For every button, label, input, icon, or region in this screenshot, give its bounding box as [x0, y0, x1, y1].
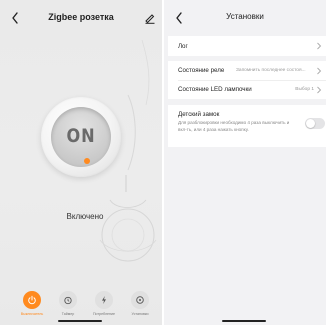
led-state-row[interactable]: Состояние LED лампочки Выбор 1	[168, 80, 326, 99]
top-bar: Установки	[164, 8, 326, 28]
relay-state-value: Запомнить последнее состоя...	[236, 68, 306, 73]
log-label: Лог	[178, 43, 188, 50]
child-lock-card: Детский замок Для разблокировки необходи…	[168, 105, 326, 147]
power-state-label: Включено	[66, 212, 104, 221]
home-indicator	[58, 320, 102, 322]
tab-timer[interactable]: Таймер	[50, 287, 86, 323]
chevron-right-icon	[317, 67, 322, 74]
timer-icon	[64, 296, 72, 305]
tab-switch[interactable]: Выключатель	[14, 287, 50, 323]
chevron-right-icon	[317, 86, 322, 93]
home-indicator	[222, 320, 266, 322]
edit-pencil-icon[interactable]	[144, 12, 156, 24]
switch-screen: Zigbee розетка ON Включено Выключатель Т…	[0, 0, 162, 325]
child-lock-description: Для разблокировки необходимо 4 раза выкл…	[178, 120, 290, 132]
relay-state-row[interactable]: Состояние реле Запомнить последнее состо…	[168, 61, 326, 80]
power-icon	[28, 295, 36, 305]
settings-icon	[136, 296, 144, 304]
page-title: Zigbee розетка	[48, 12, 114, 22]
led-state-value: Выбор 1	[295, 87, 314, 92]
device-settings-card: Состояние реле Запомнить последнее состо…	[168, 61, 326, 99]
page-title: Установки	[226, 12, 264, 21]
top-bar: Zigbee розетка	[0, 8, 162, 28]
settings-screen: Установки Лог Состояние реле Запомнить п…	[164, 0, 326, 325]
led-state-label: Состояние LED лампочки	[178, 86, 252, 93]
log-row[interactable]: Лог	[168, 36, 326, 56]
relay-state-label: Состояние реле	[178, 67, 225, 74]
tab-label: Установки	[131, 312, 149, 316]
bolt-icon	[102, 296, 106, 304]
tab-consumption[interactable]: Потребление	[86, 287, 122, 323]
chevron-right-icon	[317, 42, 322, 50]
power-button-label: ON	[66, 125, 96, 147]
tab-settings[interactable]: Установки	[122, 287, 158, 323]
power-indicator-dot	[84, 158, 90, 164]
toggle-knob	[306, 119, 315, 128]
child-lock-label: Детский замок	[178, 111, 220, 118]
log-card: Лог	[168, 36, 326, 56]
child-lock-toggle[interactable]	[305, 118, 325, 129]
